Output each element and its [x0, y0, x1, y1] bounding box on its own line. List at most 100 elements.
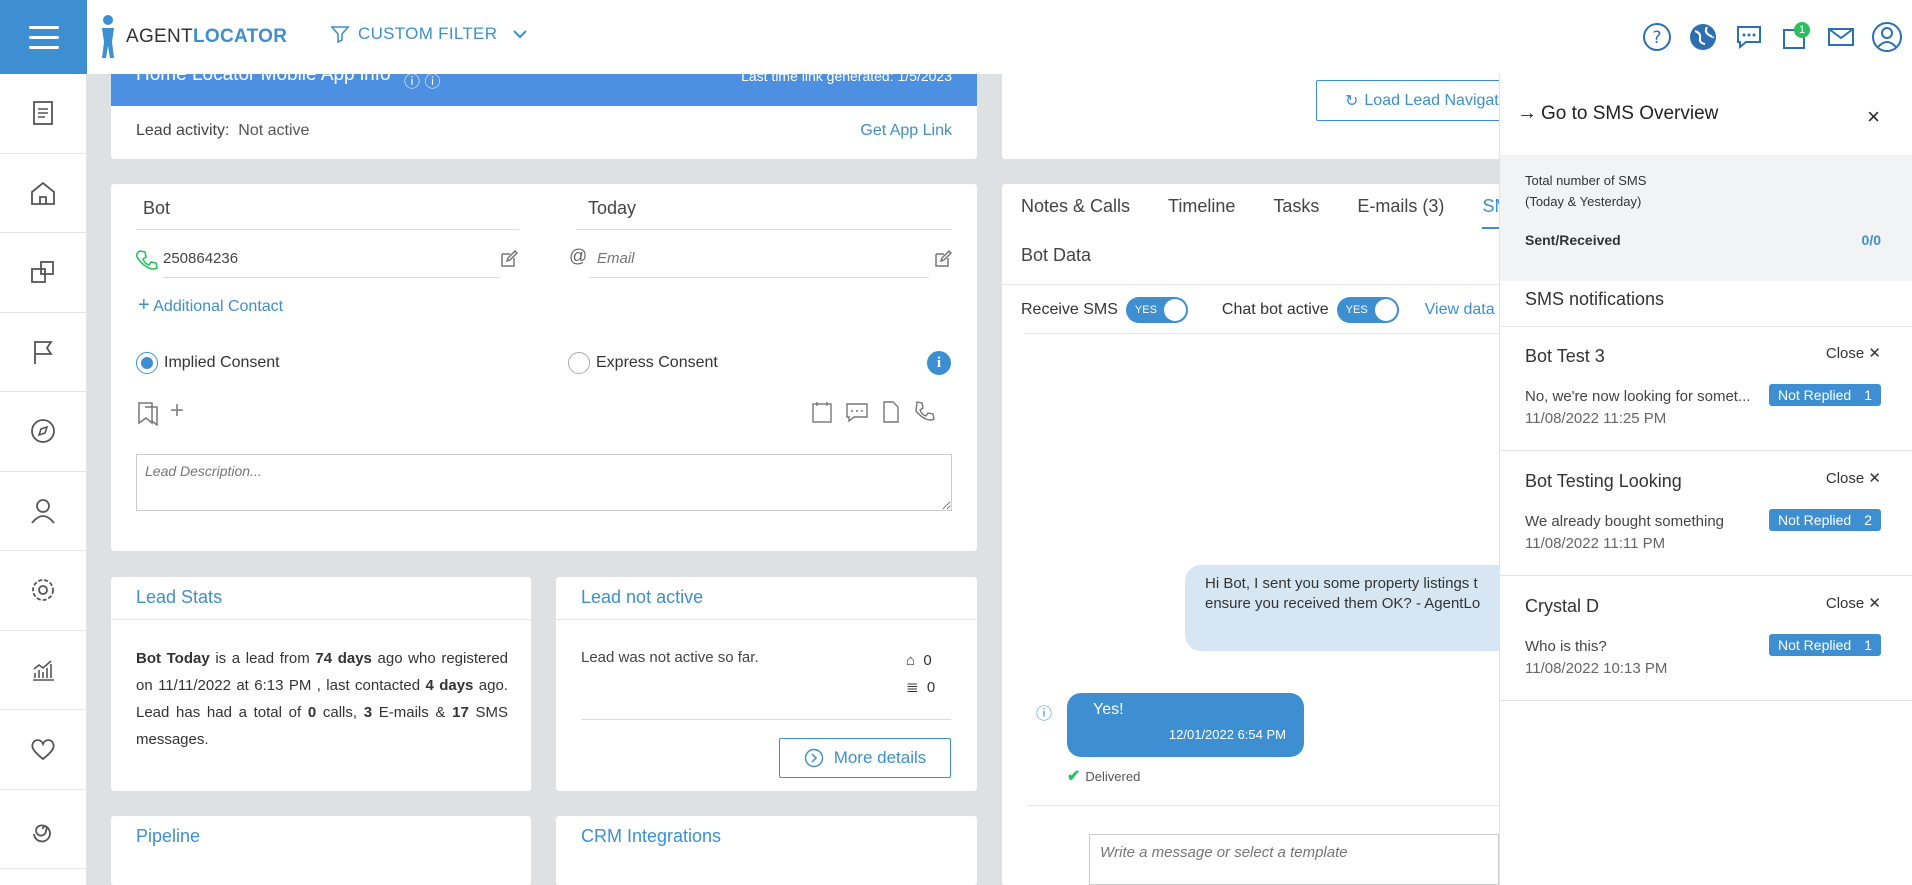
user-avatar-icon[interactable]: [1870, 18, 1904, 56]
communication-tabs: Notes & Calls Timeline Tasks E-mails (3)…: [1021, 196, 1542, 229]
home-icon: ⌂: [906, 652, 916, 669]
tab-notes-calls[interactable]: Notes & Calls: [1021, 196, 1130, 229]
heart-icon: [31, 739, 55, 761]
file-icon[interactable]: [881, 400, 901, 424]
chat-bot-toggle[interactable]: YES: [1336, 297, 1399, 323]
sidebar-item-favorites[interactable]: [0, 710, 86, 790]
sms-notification-item[interactable]: Bot Test 3 Close ✕ No, we're now looking…: [1500, 326, 1912, 451]
additional-contact-link[interactable]: + Additional Contact: [138, 294, 283, 317]
squares-icon: [31, 261, 54, 284]
lead-activity-row: Lead activity: Not active: [136, 122, 310, 139]
sidebar-item-settings[interactable]: [0, 551, 86, 631]
tab-emails[interactable]: E-mails (3): [1357, 196, 1444, 229]
notification-badge: 1: [1794, 22, 1810, 38]
phone-icon: [136, 250, 158, 270]
compass-icon: [31, 419, 55, 444]
outgoing-message: Hi Bot, I sent you some property listing…: [1185, 565, 1505, 651]
lead-activity-title[interactable]: Lead not active: [581, 587, 703, 608]
sidebar-item-spiral[interactable]: [0, 790, 86, 869]
close-icon: ✕: [1868, 470, 1881, 487]
lead-stats-title[interactable]: Lead Stats: [136, 587, 222, 608]
close-notification-button[interactable]: Close ✕: [1826, 594, 1881, 612]
filter-icon: [330, 26, 350, 44]
svg-text:?: ?: [1652, 28, 1661, 48]
sidebar-item-home[interactable]: [0, 154, 86, 233]
lead-description-input[interactable]: [136, 454, 952, 511]
add-tag-icon[interactable]: +: [170, 397, 184, 425]
spiral-icon: [33, 824, 51, 843]
contact-card: Bot Today 250864236 @ + Additional Conta…: [111, 184, 977, 551]
message-info-icon[interactable]: ⓘ: [1036, 700, 1052, 724]
sidebar-item-contacts[interactable]: [0, 472, 86, 551]
lead-activity-text: Lead was not active so far.: [581, 649, 759, 666]
last-name-field[interactable]: Today: [576, 194, 952, 230]
sidebar-item-explore[interactable]: [0, 392, 86, 472]
check-icon: ✔: [1067, 768, 1081, 785]
email-input[interactable]: [589, 240, 929, 278]
sidebar-item-listings[interactable]: [0, 233, 86, 313]
go-to-sms-overview-link[interactable]: → Go to SMS Overview: [1517, 102, 1718, 125]
edit-email-icon[interactable]: [933, 249, 953, 269]
sms-notification-item[interactable]: Bot Testing Looking Close ✕ We already b…: [1500, 451, 1912, 576]
close-icon: ✕: [1868, 345, 1881, 362]
refresh-icon: ↻: [1345, 92, 1359, 110]
sms-totals-box: Total number of SMS (Today & Yesterday) …: [1500, 155, 1912, 281]
lead-stats-text: Bot Today is a lead from 74 days ago who…: [136, 650, 509, 748]
calendar-icon[interactable]: [811, 400, 833, 424]
menu-button[interactable]: [0, 0, 87, 74]
close-icon: ✕: [1868, 595, 1881, 612]
sidebar: [0, 74, 87, 885]
logo-figure-icon: [102, 15, 114, 58]
tab-timeline[interactable]: Timeline: [1168, 196, 1235, 229]
sms-notification-item[interactable]: Crystal D Close ✕ Who is this? 11/08/202…: [1500, 576, 1912, 701]
home-icon: [31, 181, 55, 205]
close-notification-button[interactable]: Close ✕: [1826, 344, 1881, 362]
more-details-button[interactable]: More details: [779, 738, 951, 778]
express-consent-radio[interactable]: Express Consent: [568, 352, 718, 374]
edit-phone-icon[interactable]: [499, 249, 519, 269]
message-compose-input[interactable]: [1089, 834, 1499, 885]
action-icons: [811, 400, 937, 424]
sent-received-value: 0/0: [1861, 232, 1881, 248]
help-icon[interactable]: ?: [1640, 18, 1674, 56]
close-notification-button[interactable]: Close ✕: [1826, 469, 1881, 487]
mail-icon[interactable]: [1824, 18, 1858, 56]
incoming-message: Yes! 12/01/2022 6:54 PM: [1067, 693, 1304, 757]
tab-bot-data[interactable]: Bot Data: [1021, 245, 1091, 276]
crm-integrations-card: CRM Integrations: [556, 816, 977, 885]
tab-tasks[interactable]: Tasks: [1273, 196, 1319, 229]
sidebar-item-documents[interactable]: [0, 74, 86, 154]
phone-field[interactable]: 250864236: [163, 240, 500, 278]
pipeline-title[interactable]: Pipeline: [136, 826, 200, 847]
get-app-link[interactable]: Get App Link: [860, 122, 952, 140]
chat-icon[interactable]: [1732, 18, 1766, 56]
activity-counters: ⌂ 0 ≣ 0: [906, 652, 936, 696]
custom-filter-dropdown[interactable]: CUSTOM FILTER: [330, 24, 529, 44]
receive-sms-toggle[interactable]: YES: [1125, 297, 1188, 323]
database-icon: ≣: [906, 679, 919, 696]
notifications-icon[interactable]: 1: [1778, 18, 1812, 56]
crm-integrations-title[interactable]: CRM Integrations: [581, 826, 721, 847]
consent-info-icon[interactable]: i: [927, 351, 951, 375]
pipeline-card: Pipeline: [111, 816, 531, 885]
call-icon[interactable]: [913, 400, 937, 424]
globe-icon[interactable]: [1686, 18, 1720, 56]
implied-consent-radio[interactable]: Implied Consent: [136, 352, 280, 374]
sms-settings-row: Receive SMS YES Chat bot active YES View…: [1021, 297, 1507, 323]
plus-icon: +: [138, 294, 150, 316]
sidebar-item-flags[interactable]: [0, 313, 86, 392]
not-replied-badge[interactable]: Not Replied 2: [1769, 509, 1881, 531]
bookmark-icon[interactable]: [136, 400, 162, 426]
load-lead-navigator-button[interactable]: ↻ Load Lead Navigat: [1316, 80, 1516, 121]
not-replied-badge[interactable]: Not Replied 1: [1769, 384, 1881, 406]
close-panel-icon[interactable]: ×: [1867, 104, 1880, 130]
view-data-link[interactable]: View data c: [1425, 301, 1507, 319]
not-replied-badge[interactable]: Not Replied 1: [1769, 634, 1881, 656]
sidebar-item-analytics[interactable]: [0, 631, 86, 710]
chart-icon: [33, 660, 54, 681]
app-logo[interactable]: AGENTLOCATOR: [98, 12, 287, 62]
flag-icon: [34, 340, 53, 364]
message-icon[interactable]: [845, 400, 869, 424]
document-icon: [33, 101, 53, 126]
first-name-field[interactable]: Bot: [136, 194, 519, 230]
